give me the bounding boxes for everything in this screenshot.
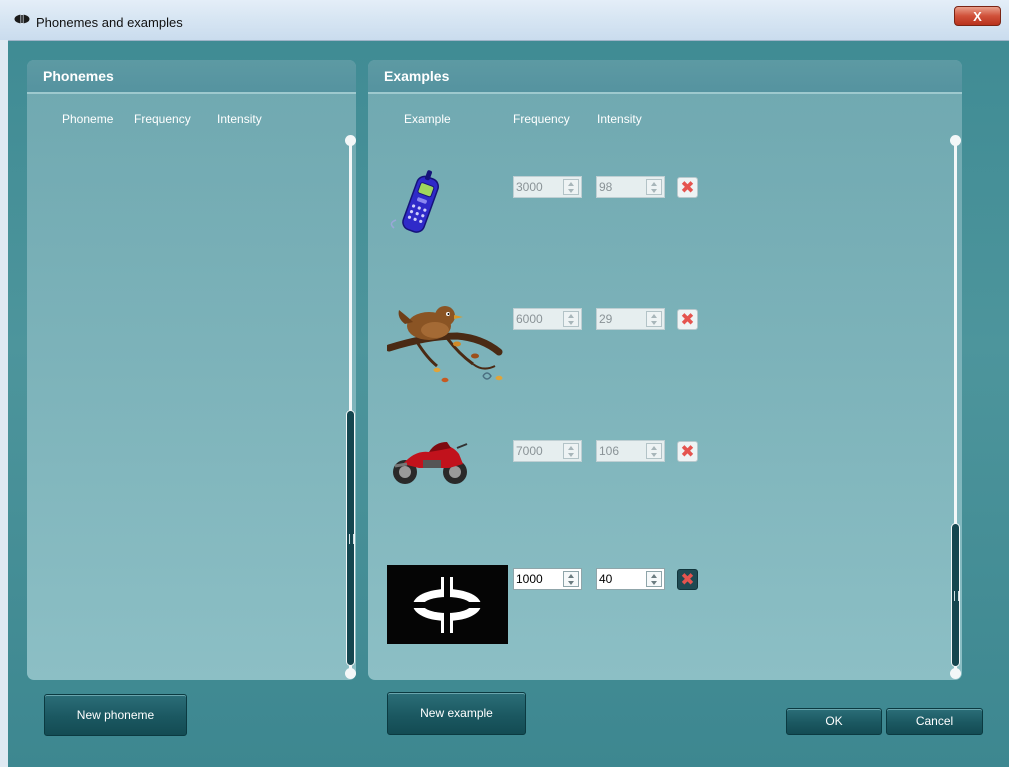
- example-delete-button[interactable]: ✖: [677, 569, 698, 590]
- frequency-column-header: Frequency: [134, 112, 191, 126]
- example-frequency-input[interactable]: 1000: [513, 568, 582, 590]
- example-intensity-input-value: 106: [599, 444, 620, 458]
- spinner-arrows-icon[interactable]: [646, 311, 662, 327]
- example-frequency-input-value: 1000: [516, 572, 543, 586]
- spinner-arrows-icon[interactable]: [563, 571, 579, 587]
- example-frequency-input-value: 6000: [516, 312, 543, 326]
- example-delete-button[interactable]: ✖: [677, 309, 698, 330]
- example-intensity-column-header: Intensity: [597, 112, 642, 126]
- new-example-button[interactable]: New example: [387, 692, 526, 735]
- example-frequency-column-header: Frequency: [513, 112, 570, 126]
- examples-scroll-grip-icon: [954, 591, 959, 601]
- spinner-arrows-icon[interactable]: [563, 443, 579, 459]
- phonemes-panel-divider: [27, 92, 356, 94]
- example-intensity-input[interactable]: 29: [596, 308, 665, 330]
- example-frequency-input[interactable]: 6000: [513, 308, 582, 330]
- new-phoneme-button[interactable]: New phoneme: [44, 694, 187, 736]
- example-intensity-input[interactable]: 106: [596, 440, 665, 462]
- examples-panel-divider: [368, 92, 962, 94]
- intensity-column-header: Intensity: [217, 112, 262, 126]
- phonemes-scroll-grip-icon: [349, 534, 354, 544]
- mobile-phone-image[interactable]: [386, 168, 448, 238]
- phoneme-column-header: Phoneme: [62, 112, 114, 126]
- example-frequency-input[interactable]: 7000: [513, 440, 582, 462]
- phonemes-scroll-bottom-cap[interactable]: [345, 668, 356, 679]
- logo-image[interactable]: [387, 565, 508, 644]
- example-intensity-input[interactable]: 98: [596, 176, 665, 198]
- spinner-arrows-icon[interactable]: [563, 179, 579, 195]
- title-bar: Phonemes and examples X: [0, 0, 1009, 41]
- phonemes-panel: Phonemes: [27, 60, 356, 680]
- window-left-edge: [0, 40, 8, 767]
- cancel-button[interactable]: Cancel: [886, 708, 983, 735]
- examples-panel-title: Examples: [368, 60, 962, 92]
- examples-scroll-bottom-cap[interactable]: [950, 668, 961, 679]
- phonemes-panel-title: Phonemes: [27, 60, 356, 92]
- example-frequency-input[interactable]: 3000: [513, 176, 582, 198]
- examples-scroll-thumb[interactable]: [951, 523, 960, 667]
- example-column-header: Example: [404, 112, 451, 126]
- example-delete-button[interactable]: ✖: [677, 177, 698, 198]
- example-frequency-input-value: 7000: [516, 444, 543, 458]
- phonemes-scroll-thumb[interactable]: [346, 410, 355, 666]
- example-delete-button[interactable]: ✖: [677, 441, 698, 462]
- example-intensity-input[interactable]: 40: [596, 568, 665, 590]
- spinner-arrows-icon[interactable]: [646, 443, 662, 459]
- ok-button[interactable]: OK: [786, 708, 882, 735]
- close-button[interactable]: X: [954, 6, 1001, 26]
- example-frequency-input-value: 3000: [516, 180, 543, 194]
- example-intensity-input-value: 98: [599, 180, 613, 194]
- spinner-arrows-icon[interactable]: [563, 311, 579, 327]
- spinner-arrows-icon[interactable]: [646, 179, 662, 195]
- motorcycle-image[interactable]: [389, 434, 473, 486]
- bird-on-branch-image[interactable]: [387, 296, 507, 392]
- spinner-arrows-icon[interactable]: [646, 571, 662, 587]
- example-intensity-input-value: 40: [599, 572, 613, 586]
- dialog-window: Phonemes and examples X Phonemes Phoneme…: [0, 0, 1009, 767]
- example-intensity-input-value: 29: [599, 312, 613, 326]
- app-icon: [14, 14, 30, 24]
- window-title: Phonemes and examples: [36, 15, 183, 30]
